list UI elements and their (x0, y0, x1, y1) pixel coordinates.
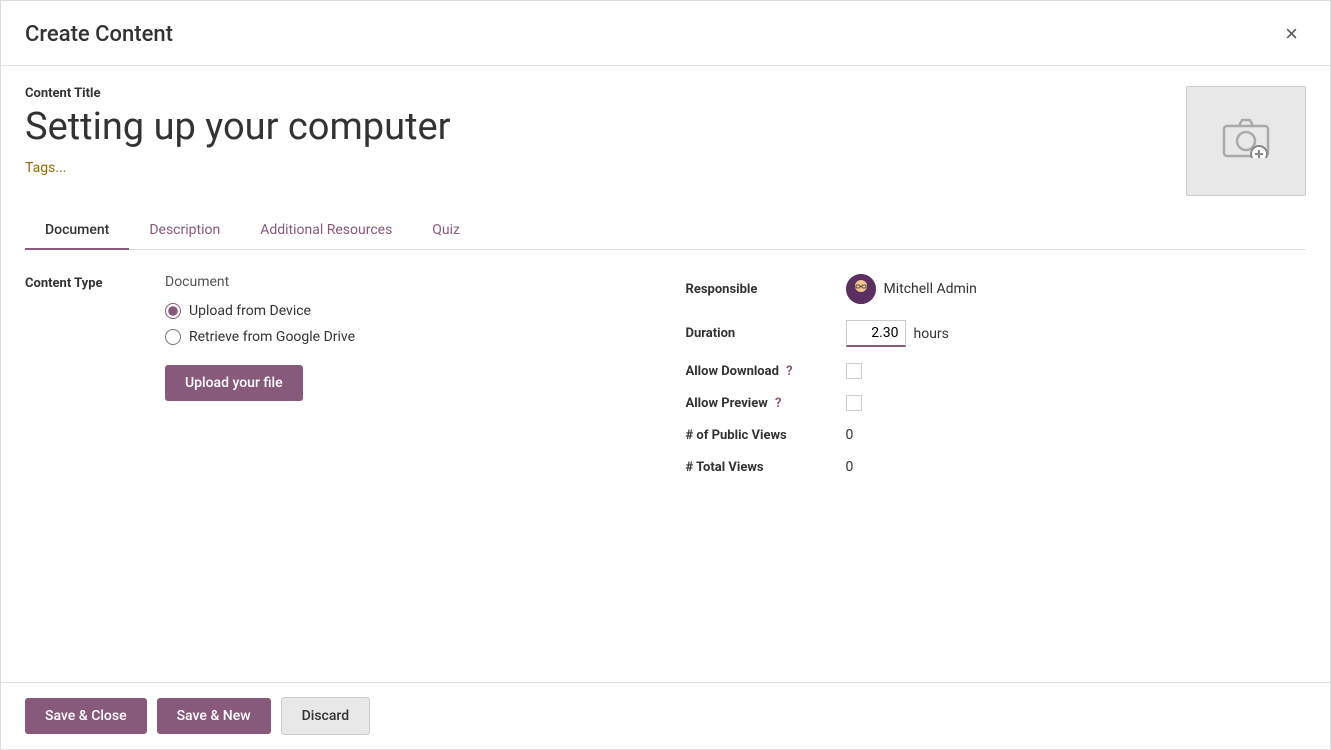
radio-google-label: Retrieve from Google Drive (189, 329, 355, 345)
allow-download-help-icon[interactable]: ? (786, 364, 792, 379)
allow-preview-help-icon[interactable]: ? (775, 396, 781, 411)
radio-upload-input[interactable] (165, 303, 181, 319)
upload-file-button[interactable]: Upload your file (165, 365, 303, 401)
allow-download-checkbox[interactable] (846, 363, 862, 379)
radio-group: Upload from Device Retrieve from Google … (165, 303, 646, 345)
total-views-row: # Total Views 0 (686, 459, 1307, 475)
responsible-name: Mitchell Admin (884, 281, 977, 297)
radio-google[interactable]: Retrieve from Google Drive (165, 329, 646, 345)
radio-upload-label: Upload from Device (189, 303, 311, 319)
cover-image-placeholder[interactable] (1186, 86, 1306, 196)
public-views-label: # of Public Views (686, 428, 846, 443)
content-title-left: Content Title Setting up your computer T… (25, 86, 1166, 176)
save-close-button[interactable]: Save & Close (25, 698, 147, 734)
create-content-modal: Create Content × Content Title Setting u… (0, 0, 1331, 750)
total-views-value: 0 (846, 459, 854, 475)
tags-link[interactable]: Tags... (25, 160, 66, 176)
allow-preview-checkbox[interactable] (846, 395, 862, 411)
content-type-row: Content Type Document (25, 274, 646, 291)
modal-footer: Save & Close Save & New Discard (1, 682, 1330, 749)
public-views-row: # of Public Views 0 (686, 427, 1307, 443)
avatar (846, 274, 876, 304)
form-right: Responsible (686, 274, 1307, 491)
radio-google-input[interactable] (165, 329, 181, 345)
tab-document[interactable]: Document (25, 212, 129, 250)
duration-row: Duration hours (686, 320, 1307, 347)
allow-preview-label: Allow Preview ? (686, 396, 846, 411)
responsible-value: Mitchell Admin (846, 274, 977, 304)
allow-preview-row: Allow Preview ? (686, 395, 1307, 411)
close-button[interactable]: × (1277, 19, 1306, 49)
total-views-label: # Total Views (686, 460, 846, 475)
content-title-label: Content Title (25, 86, 1166, 101)
form-left: Content Type Document Upload from Device… (25, 274, 646, 491)
modal-title: Create Content (25, 22, 173, 47)
allow-download-row: Allow Download ? (686, 363, 1307, 379)
content-title-section: Content Title Setting up your computer T… (25, 86, 1306, 196)
form-section: Content Type Document Upload from Device… (25, 274, 1306, 491)
responsible-row: Responsible (686, 274, 1307, 304)
public-views-value: 0 (846, 427, 854, 443)
content-type-label: Content Type (25, 274, 165, 291)
discard-button[interactable]: Discard (281, 697, 370, 735)
camera-icon (1222, 116, 1270, 167)
tab-additional-resources[interactable]: Additional Resources (240, 212, 412, 250)
tabs: Document Description Additional Resource… (25, 212, 1306, 250)
responsible-label: Responsible (686, 282, 846, 297)
duration-input[interactable] (846, 320, 906, 347)
modal-header: Create Content × (1, 1, 1330, 66)
duration-value: hours (846, 320, 949, 347)
modal-body: Content Title Setting up your computer T… (1, 66, 1330, 682)
content-type-value: Document (165, 274, 229, 290)
allow-download-value (846, 363, 862, 379)
tab-quiz[interactable]: Quiz (412, 212, 480, 250)
save-new-button[interactable]: Save & New (157, 698, 271, 734)
allow-preview-value (846, 395, 862, 411)
radio-upload[interactable]: Upload from Device (165, 303, 646, 319)
tab-description[interactable]: Description (129, 212, 240, 250)
allow-download-label: Allow Download ? (686, 364, 846, 379)
duration-label: Duration (686, 326, 846, 341)
duration-unit: hours (914, 326, 949, 342)
content-title-value: Setting up your computer (25, 105, 1166, 149)
